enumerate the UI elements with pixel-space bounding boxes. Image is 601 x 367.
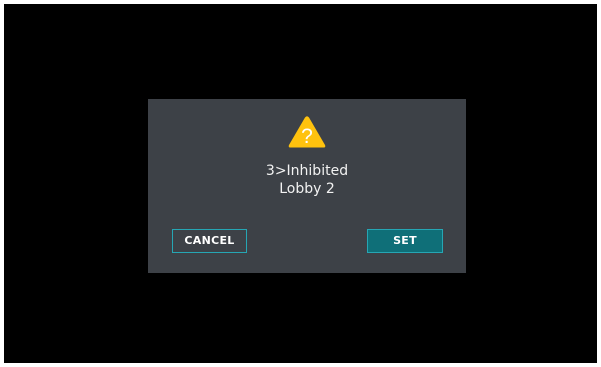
- confirm-dialog: ? 3>Inhibited Lobby 2 CANCEL SET: [148, 99, 466, 273]
- dialog-message: 3>Inhibited Lobby 2: [148, 162, 466, 198]
- screen: ? 3>Inhibited Lobby 2 CANCEL SET: [4, 4, 597, 363]
- message-line-1: 3>Inhibited: [265, 163, 349, 179]
- message-line-2: Lobby 2: [279, 181, 335, 197]
- set-button[interactable]: SET: [367, 229, 443, 253]
- cancel-button[interactable]: CANCEL: [172, 229, 247, 253]
- warning-triangle-icon: ?: [288, 116, 326, 148]
- warning-glyph: ?: [301, 125, 313, 148]
